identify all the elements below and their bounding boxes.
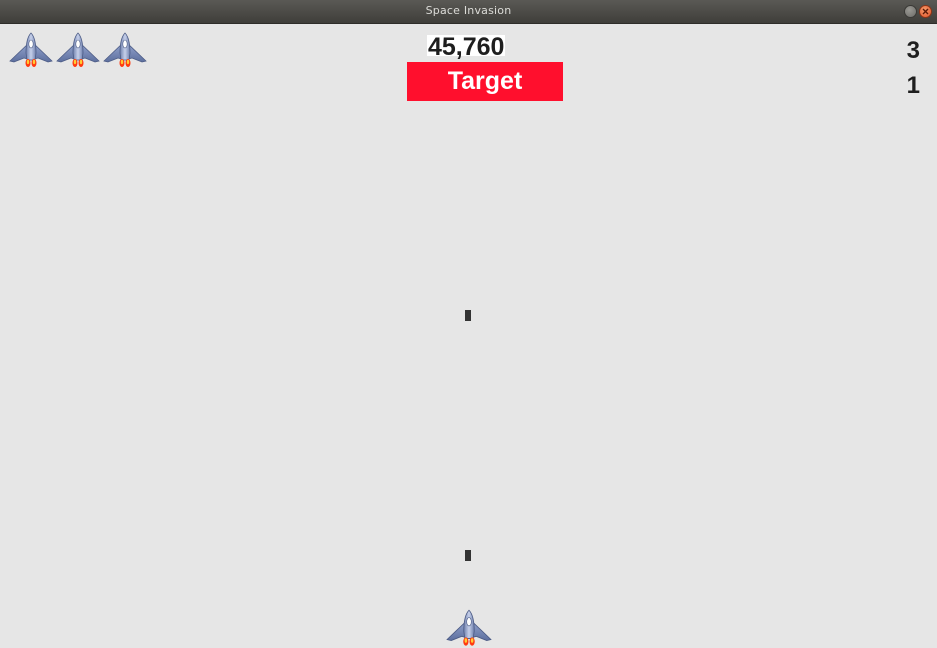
bullet bbox=[465, 550, 471, 561]
window-title: Space Invasion bbox=[425, 4, 512, 17]
minimize-button[interactable] bbox=[904, 5, 917, 18]
score-display: 45,760 bbox=[427, 33, 506, 61]
close-button[interactable] bbox=[919, 5, 932, 18]
bullet bbox=[465, 310, 471, 321]
game-canvas[interactable]: 45,760 Target 3 1 bbox=[0, 24, 937, 648]
title-bar[interactable]: Space Invasion bbox=[0, 0, 937, 24]
life-ship-icon bbox=[9, 32, 53, 68]
game-window: Space Invasion 45,760 Target 3 1 bbox=[0, 0, 937, 648]
life-ship-icon bbox=[103, 32, 147, 68]
target-banner: Target bbox=[407, 62, 563, 101]
life-ship-icon bbox=[56, 32, 100, 68]
hud-top-right-value: 3 bbox=[906, 37, 920, 64]
close-icon bbox=[922, 8, 929, 15]
player-ship[interactable] bbox=[445, 608, 493, 648]
hud-bottom-right-value: 1 bbox=[906, 72, 920, 99]
